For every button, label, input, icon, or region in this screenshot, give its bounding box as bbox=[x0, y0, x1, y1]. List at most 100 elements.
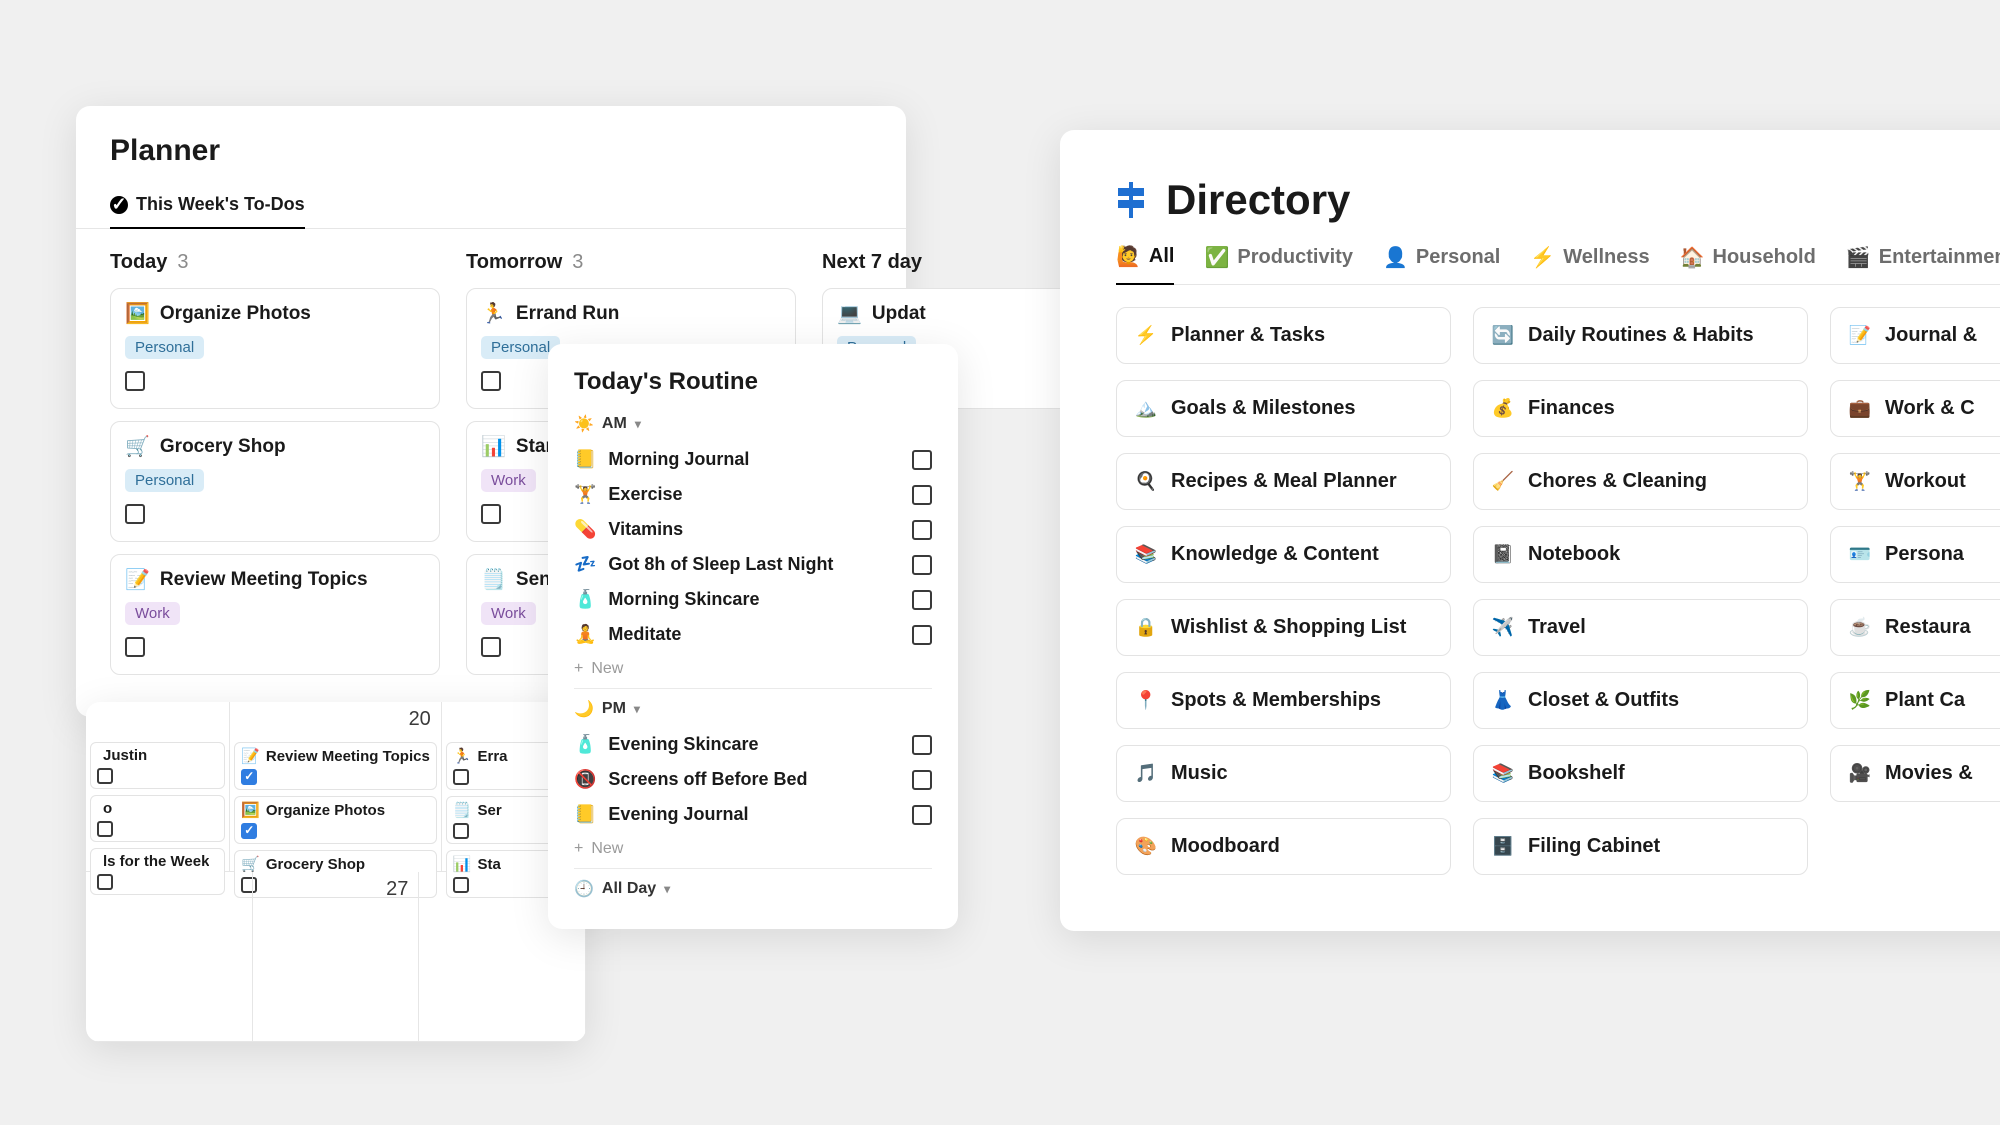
calendar-event[interactable]: 🖼️Organize Photos bbox=[234, 796, 437, 844]
event-checkbox[interactable] bbox=[241, 823, 257, 839]
routine-item[interactable]: 💤Got 8h of Sleep Last Night bbox=[574, 547, 932, 582]
directory-item[interactable]: 💼Work & C bbox=[1830, 380, 2000, 437]
event-checkbox[interactable] bbox=[241, 769, 257, 785]
routine-checkbox[interactable] bbox=[912, 590, 932, 610]
event-checkbox[interactable] bbox=[453, 823, 469, 839]
directory-item-label: Chores & Cleaning bbox=[1528, 470, 1707, 493]
routine-new-button[interactable]: +New bbox=[574, 832, 932, 862]
calendar-date: 20 bbox=[409, 708, 431, 731]
calendar-cell[interactable]: 27 bbox=[253, 872, 420, 1042]
event-title: Organize Photos bbox=[266, 802, 385, 819]
directory-item[interactable]: 💰Finances bbox=[1473, 380, 1808, 437]
directory-item[interactable]: 🏋️Workout bbox=[1830, 453, 2000, 510]
directory-item[interactable]: 🗄️Filing Cabinet bbox=[1473, 818, 1808, 875]
routine-item[interactable]: 🧴Morning Skincare bbox=[574, 582, 932, 617]
directory-item[interactable]: 📍Spots & Memberships bbox=[1116, 672, 1451, 729]
directory-tab[interactable]: ⚡Wellness bbox=[1530, 245, 1649, 270]
new-label: New bbox=[591, 840, 623, 858]
calendar-event[interactable]: Justin bbox=[90, 742, 225, 789]
directory-item[interactable]: 📓Notebook bbox=[1473, 526, 1808, 583]
routine-group-header[interactable]: ☀️AM▾ bbox=[574, 408, 932, 442]
tab-icon: 🎬 bbox=[1846, 245, 1871, 270]
routine-item[interactable]: 📒Evening Journal bbox=[574, 797, 932, 832]
directory-item[interactable]: ⚡ Planner & Tasks bbox=[1116, 307, 1451, 364]
routine-panel: Today's Routine ☀️AM▾📒Morning Journal🏋️E… bbox=[548, 344, 958, 929]
task-icon: 🛒 bbox=[125, 434, 150, 459]
task-card[interactable]: 📝Review Meeting Topics Work bbox=[110, 554, 440, 675]
signpost-icon bbox=[1116, 182, 1146, 218]
directory-tab[interactable]: 🙋All bbox=[1116, 244, 1174, 285]
routine-checkbox[interactable] bbox=[912, 485, 932, 505]
directory-item[interactable]: ☕Restaura bbox=[1830, 599, 2000, 656]
routine-item[interactable]: 🏋️Exercise bbox=[574, 477, 932, 512]
directory-item[interactable]: 🪪Persona bbox=[1830, 526, 2000, 583]
event-title: o bbox=[103, 800, 112, 817]
routine-checkbox[interactable] bbox=[912, 770, 932, 790]
routine-item-icon: 🧴 bbox=[574, 589, 596, 610]
directory-item[interactable]: 🎨Moodboard bbox=[1116, 818, 1451, 875]
directory-item-icon: ⚡ bbox=[1135, 325, 1157, 346]
directory-item[interactable]: 👗Closet & Outfits bbox=[1473, 672, 1808, 729]
directory-item[interactable]: 🌿Plant Ca bbox=[1830, 672, 2000, 729]
task-checkbox[interactable] bbox=[125, 637, 145, 657]
calendar-event[interactable]: o bbox=[90, 795, 225, 842]
task-checkbox[interactable] bbox=[125, 504, 145, 524]
event-title: Justin bbox=[103, 747, 147, 764]
directory-tab[interactable]: 🏠Household bbox=[1680, 245, 1816, 270]
group-label: AM bbox=[602, 415, 627, 433]
routine-item[interactable]: 💊Vitamins bbox=[574, 512, 932, 547]
directory-item-label: Workout bbox=[1885, 470, 1966, 493]
directory-item[interactable]: 📝Journal & bbox=[1830, 307, 2000, 364]
routine-item[interactable]: 🧴Evening Skincare bbox=[574, 727, 932, 762]
routine-checkbox[interactable] bbox=[912, 450, 932, 470]
directory-item[interactable]: 🏔️Goals & Milestones bbox=[1116, 380, 1451, 437]
task-card[interactable]: 🖼️Organize Photos Personal bbox=[110, 288, 440, 409]
task-checkbox[interactable] bbox=[125, 371, 145, 391]
routine-group-header[interactable]: 🕘All Day▾ bbox=[574, 873, 932, 907]
directory-item-label: Plant Ca bbox=[1885, 689, 1965, 712]
directory-item[interactable]: 📚Knowledge & Content bbox=[1116, 526, 1451, 583]
routine-checkbox[interactable] bbox=[912, 555, 932, 575]
task-checkbox[interactable] bbox=[481, 371, 501, 391]
routine-checkbox[interactable] bbox=[912, 625, 932, 645]
event-checkbox[interactable] bbox=[97, 821, 113, 837]
event-title: ls for the Week bbox=[103, 853, 209, 870]
task-checkbox[interactable] bbox=[481, 637, 501, 657]
task-icon: 🏃 bbox=[481, 301, 506, 326]
event-checkbox[interactable] bbox=[97, 768, 113, 784]
group-icon: 🕘 bbox=[574, 879, 594, 899]
routine-new-button[interactable]: +New bbox=[574, 652, 932, 682]
event-checkbox[interactable] bbox=[453, 769, 469, 785]
directory-item-label: Planner & Tasks bbox=[1171, 324, 1325, 347]
routine-checkbox[interactable] bbox=[912, 805, 932, 825]
routine-group-header[interactable]: 🌙PM▾ bbox=[574, 693, 932, 727]
routine-item-label: Screens off Before Bed bbox=[608, 769, 807, 790]
task-card[interactable]: 🛒Grocery Shop Personal bbox=[110, 421, 440, 542]
routine-item[interactable]: 🧘Meditate bbox=[574, 617, 932, 652]
directory-item[interactable]: 🔄Daily Routines & Habits bbox=[1473, 307, 1808, 364]
routine-item[interactable]: 📒Morning Journal bbox=[574, 442, 932, 477]
calendar-cell[interactable] bbox=[86, 872, 253, 1042]
calendar-cell[interactable]: Justin o ls for the Week bbox=[86, 702, 230, 872]
planner-tab-label: This Week's To-Dos bbox=[136, 194, 305, 215]
directory-item[interactable]: 🔒Wishlist & Shopping List bbox=[1116, 599, 1451, 656]
directory-item[interactable]: 📚Bookshelf bbox=[1473, 745, 1808, 802]
directory-item[interactable]: 🎥Movies & bbox=[1830, 745, 2000, 802]
calendar-event[interactable]: 📝Review Meeting Topics bbox=[234, 742, 437, 790]
directory-item-label: Wishlist & Shopping List bbox=[1171, 616, 1406, 639]
task-checkbox[interactable] bbox=[481, 504, 501, 524]
routine-item[interactable]: 📵Screens off Before Bed bbox=[574, 762, 932, 797]
event-title: Sta bbox=[478, 856, 501, 873]
planner-tab-todos[interactable]: ✓ This Week's To-Dos bbox=[110, 184, 305, 229]
directory-item[interactable]: 🧹Chores & Cleaning bbox=[1473, 453, 1808, 510]
directory-tab[interactable]: 👤Personal bbox=[1383, 245, 1500, 270]
plus-icon: + bbox=[574, 660, 583, 678]
directory-tab[interactable]: ✅Productivity bbox=[1204, 245, 1352, 270]
directory-item[interactable]: ✈️Travel bbox=[1473, 599, 1808, 656]
directory-tab[interactable]: 🎬Entertainment bbox=[1846, 245, 2000, 270]
calendar-cell[interactable]: 20 📝Review Meeting Topics 🖼️Organize Photo… bbox=[230, 702, 442, 872]
directory-item[interactable]: 🍳Recipes & Meal Planner bbox=[1116, 453, 1451, 510]
directory-item[interactable]: 🎵Music bbox=[1116, 745, 1451, 802]
routine-checkbox[interactable] bbox=[912, 520, 932, 540]
routine-checkbox[interactable] bbox=[912, 735, 932, 755]
